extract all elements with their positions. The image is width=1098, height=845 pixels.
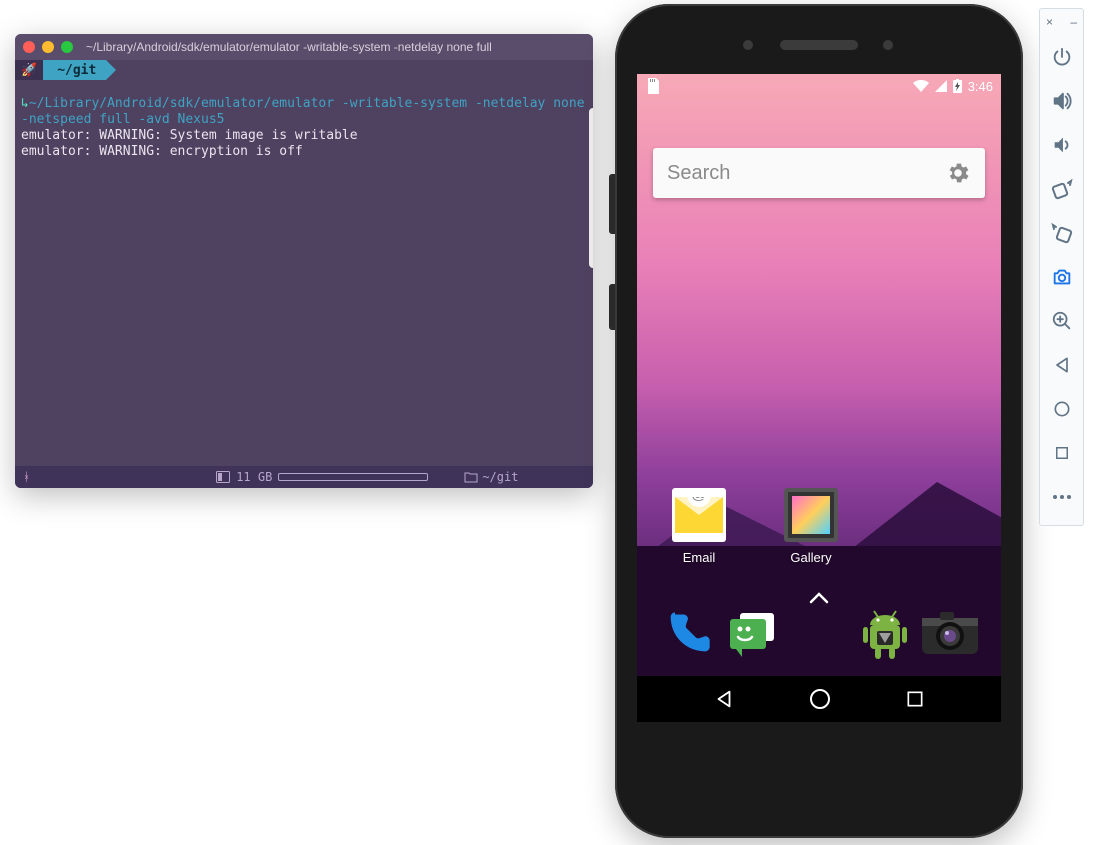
disk-usage: 11 GB: [216, 470, 428, 484]
folder-icon: [464, 471, 478, 483]
android-navbar: [637, 676, 1001, 722]
git-branch-icon: ᚼ: [23, 470, 30, 484]
dock-android[interactable]: [857, 606, 913, 662]
statusbar-clock: 3:46: [968, 79, 993, 94]
rotate-left-icon: [1050, 177, 1074, 201]
device-power-key[interactable]: [609, 284, 615, 330]
cellular-icon: [935, 80, 947, 92]
messages-icon: [726, 607, 780, 661]
phone-icon: [662, 608, 714, 660]
toolbar-volume-down-button[interactable]: [1040, 123, 1083, 167]
home-circle-icon: [1052, 399, 1072, 419]
terminal-output-line: emulator: WARNING: encryption is off: [21, 144, 303, 159]
app-label: Gallery: [790, 550, 831, 565]
device-volume-rocker[interactable]: [609, 174, 615, 234]
terminal-output-line: emulator: WARNING: System image is writa…: [21, 128, 358, 143]
sdcard-icon: [645, 78, 659, 94]
statusbar-path-label: ~/git: [482, 470, 518, 484]
zoom-in-icon: [1051, 310, 1073, 332]
home-apps-row: Email Gallery: [637, 488, 1001, 565]
toolbar-overview-button[interactable]: [1040, 431, 1083, 475]
back-triangle-icon: [1052, 355, 1072, 375]
terminal-command: ~/Library/Android/sdk/emulator/emulator …: [21, 96, 592, 127]
power-icon: [1051, 46, 1073, 68]
terminal-scrollbar[interactable]: [589, 108, 593, 268]
statusbar-path: ~/git: [464, 470, 518, 484]
dock-phone[interactable]: [660, 606, 716, 662]
toolbar-more-button[interactable]: [1040, 475, 1083, 519]
battery-charging-icon: [953, 79, 962, 93]
gear-icon[interactable]: [945, 160, 971, 186]
wifi-icon: [913, 80, 929, 92]
app-gallery[interactable]: Gallery: [779, 488, 843, 565]
rotate-right-icon: [1050, 221, 1074, 245]
terminal-window: ~/Library/Android/sdk/emulator/emulator …: [15, 34, 593, 488]
toolbar-volume-up-button[interactable]: [1040, 79, 1083, 123]
app-email[interactable]: Email: [667, 488, 731, 565]
toolbar-power-button[interactable]: [1040, 35, 1083, 79]
google-search-bar[interactable]: Search: [653, 148, 985, 198]
disk-usage-label: 11 GB: [236, 470, 272, 484]
terminal-titlebar[interactable]: ~/Library/Android/sdk/emulator/emulator …: [15, 34, 593, 60]
terminal-prompt: 🚀 ~/git: [15, 60, 593, 80]
toolbar-minimize-button[interactable]: –: [1070, 15, 1077, 29]
window-minimize-button[interactable]: [42, 41, 54, 53]
emulator-device-frame: 3:46 Search Email Gallery: [615, 4, 1023, 838]
disk-icon: [216, 471, 230, 483]
shell-badge-icon: 🚀: [15, 60, 43, 80]
shell-cwd-badge: ~/git: [43, 60, 106, 80]
more-horizontal-icon: [1052, 494, 1072, 500]
nav-overview-button[interactable]: [905, 689, 925, 709]
camera-icon: [1051, 266, 1073, 288]
terminal-body[interactable]: ↳~/Library/Android/sdk/emulator/emulator…: [15, 80, 593, 466]
volume-up-icon: [1051, 90, 1073, 112]
toolbar-zoom-button[interactable]: [1040, 299, 1083, 343]
email-icon: [672, 488, 726, 542]
overview-square-icon: [1053, 444, 1071, 462]
window-zoom-button[interactable]: [61, 41, 73, 53]
nav-back-button[interactable]: [713, 688, 735, 710]
terminal-statusbar: ᚼ 11 GB ~/git: [15, 466, 593, 488]
toolbar-close-button[interactable]: ×: [1046, 15, 1053, 29]
toolbar-rotate-left-button[interactable]: [1040, 167, 1083, 211]
window-close-button[interactable]: [23, 41, 35, 53]
nav-home-button[interactable]: [808, 687, 832, 711]
emulator-screen[interactable]: 3:46 Search Email Gallery: [637, 74, 1001, 722]
toolbar-back-button[interactable]: [1040, 343, 1083, 387]
prompt-arrow-icon: ↳: [21, 96, 29, 111]
toolbar-rotate-right-button[interactable]: [1040, 211, 1083, 255]
app-label: Email: [683, 550, 716, 565]
disk-meter: [278, 473, 428, 481]
dock-camera[interactable]: [922, 606, 978, 662]
terminal-title: ~/Library/Android/sdk/emulator/emulator …: [86, 40, 492, 54]
device-earpiece: [780, 40, 858, 50]
android-icon: [860, 607, 910, 661]
dock-messages[interactable]: [725, 606, 781, 662]
toolbar-home-button[interactable]: [1040, 387, 1083, 431]
device-front-camera: [883, 40, 893, 50]
toolbar-screenshot-button[interactable]: [1040, 255, 1083, 299]
search-placeholder: Search: [667, 162, 730, 185]
emulator-toolbar: × –: [1039, 8, 1084, 526]
android-statusbar[interactable]: 3:46: [637, 74, 1001, 98]
gallery-icon: [784, 488, 838, 542]
camera-icon: [922, 612, 978, 656]
app-drawer-handle[interactable]: [809, 592, 829, 604]
device-sensor: [743, 40, 753, 50]
home-dock: [637, 606, 1001, 662]
volume-down-icon: [1051, 134, 1073, 156]
dock-empty: [791, 606, 847, 662]
